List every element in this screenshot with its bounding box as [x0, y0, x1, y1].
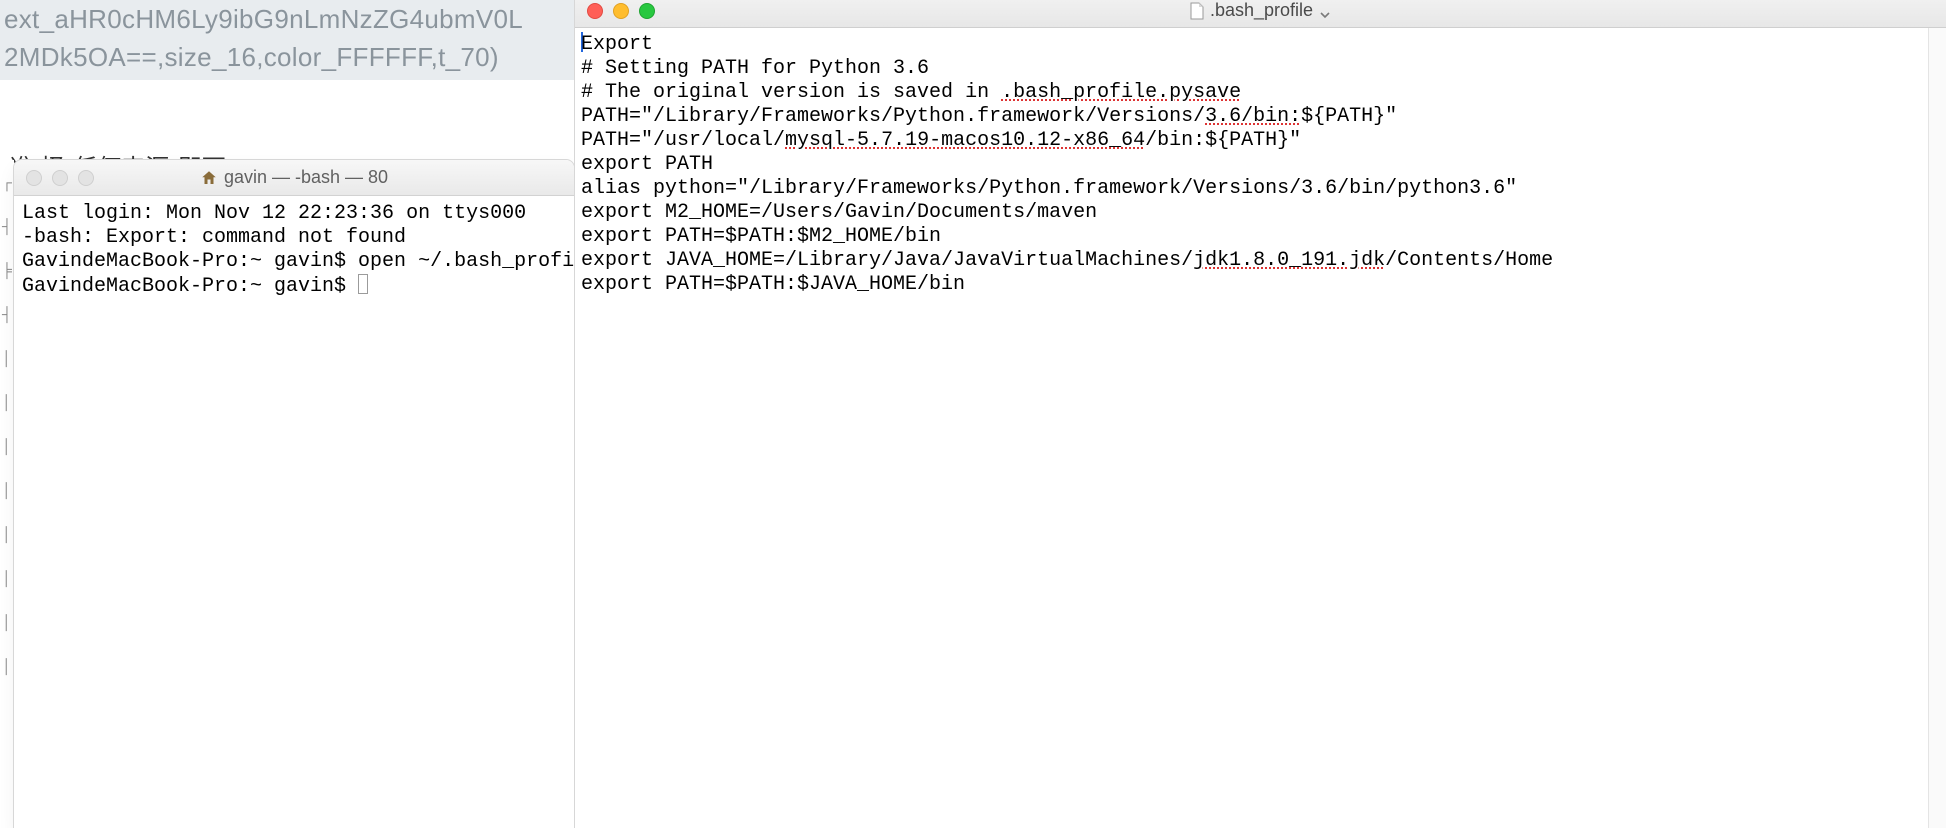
terminal-line: -bash: Export: command not found: [22, 226, 566, 250]
chevron-down-icon[interactable]: [1319, 5, 1331, 17]
terminal-title: gavin — -bash — 80: [14, 167, 574, 188]
textedit-line: export PATH=$PATH:$M2_HOME/bin: [581, 225, 1940, 249]
textedit-line: # The original version is saved in .bash…: [581, 81, 1940, 105]
textedit-line: Export: [581, 32, 1940, 57]
textedit-line: PATH="/Library/Frameworks/Python.framewo…: [581, 105, 1940, 129]
textedit-line: export PATH: [581, 153, 1940, 177]
minimize-icon[interactable]: [52, 170, 68, 186]
close-icon[interactable]: [587, 3, 603, 19]
terminal-line: GavindeMacBook-Pro:~ gavin$: [22, 274, 566, 299]
textedit-scrollbar[interactable]: [1928, 28, 1946, 828]
terminal-cursor: [358, 274, 368, 294]
textedit-body[interactable]: Export# Setting PATH for Python 3.6# The…: [575, 28, 1946, 301]
home-icon: [200, 169, 218, 187]
textedit-line: # Setting PATH for Python 3.6: [581, 57, 1940, 81]
bg-url-line1: ext_aHR0cHM6Ly9ibG9nLmNzZG4ubmV0L: [4, 4, 523, 34]
background-url-fragment: ext_aHR0cHM6Ly9ibG9nLmNzZG4ubmV0L 2MDk5O…: [0, 0, 580, 80]
terminal-window[interactable]: gavin — -bash — 80 Last login: Mon Nov 1…: [14, 160, 574, 828]
close-icon[interactable]: [26, 170, 42, 186]
terminal-title-text: gavin — -bash — 80: [224, 167, 388, 188]
textedit-title-text: .bash_profile: [1210, 0, 1313, 21]
document-icon: [1190, 2, 1204, 20]
bg-url-line2: 2MDk5OA==,size_16,color_FFFFFF,t_70): [4, 42, 499, 72]
terminal-line: GavindeMacBook-Pro:~ gavin$ open ~/.bash…: [22, 250, 566, 274]
textedit-line: PATH="/usr/local/mysql-5.7.19-macos10.12…: [581, 129, 1940, 153]
textedit-line: export M2_HOME=/Users/Gavin/Documents/ma…: [581, 201, 1940, 225]
textedit-window[interactable]: .bash_profile Export# Setting PATH for P…: [575, 0, 1946, 828]
background-left-gutter: ┌┤╞┤ ││││ ││││: [0, 160, 14, 828]
zoom-icon[interactable]: [639, 3, 655, 19]
textedit-line: alias python="/Library/Frameworks/Python…: [581, 177, 1940, 201]
terminal-traffic-lights[interactable]: [26, 170, 94, 186]
terminal-titlebar[interactable]: gavin — -bash — 80: [14, 160, 574, 196]
terminal-line: Last login: Mon Nov 12 22:23:36 on ttys0…: [22, 202, 566, 226]
textedit-titlebar[interactable]: .bash_profile: [575, 0, 1946, 28]
zoom-icon[interactable]: [78, 170, 94, 186]
textedit-line: export JAVA_HOME=/Library/Java/JavaVirtu…: [581, 249, 1940, 273]
minimize-icon[interactable]: [613, 3, 629, 19]
terminal-body[interactable]: Last login: Mon Nov 12 22:23:36 on ttys0…: [14, 196, 574, 305]
textedit-traffic-lights[interactable]: [587, 3, 655, 19]
textedit-line: export PATH=$PATH:$JAVA_HOME/bin: [581, 273, 1940, 297]
textedit-title[interactable]: .bash_profile: [575, 0, 1946, 21]
